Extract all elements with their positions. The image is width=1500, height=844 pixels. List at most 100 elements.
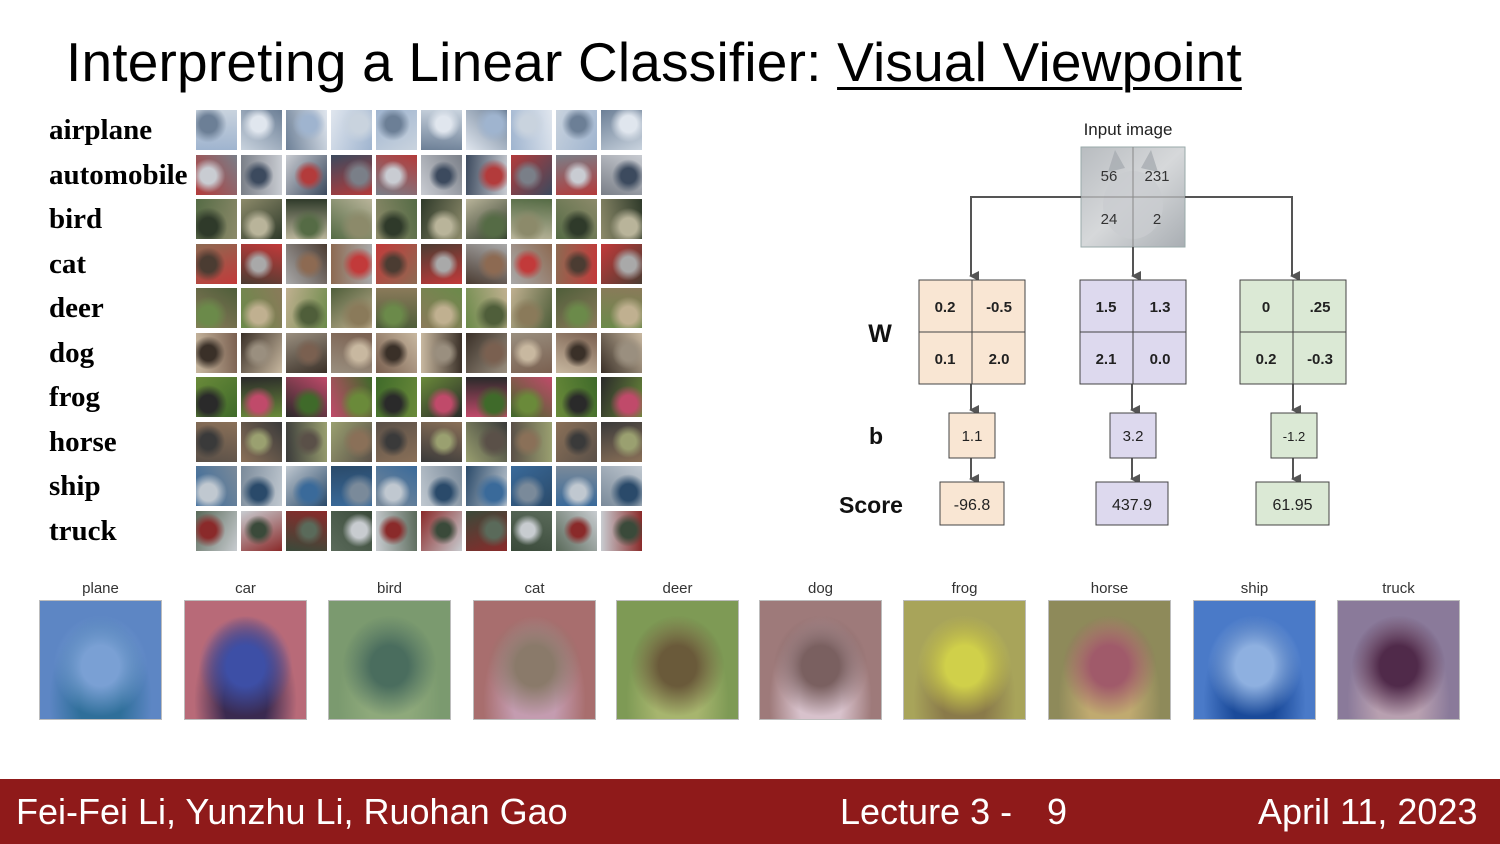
- class-template: dog: [759, 578, 882, 720]
- score-value: 437.9: [1112, 497, 1152, 514]
- score-value: -96.8: [954, 497, 991, 514]
- class-label: truck: [49, 514, 117, 547]
- weight-value: -0.5: [986, 299, 1012, 316]
- sample-thumbnail: [466, 510, 507, 551]
- sample-thumbnail: [286, 332, 327, 373]
- sample-thumbnail: [601, 332, 642, 373]
- sample-thumbnail: [376, 110, 417, 150]
- sample-thumbnail: [421, 466, 462, 506]
- class-label: frog: [49, 381, 101, 413]
- score-box: [1095, 481, 1169, 526]
- sample-thumbnail: [286, 510, 327, 551]
- sample-thumbnail: [556, 199, 597, 239]
- template-label: deer: [662, 580, 693, 597]
- weight-value: 0.2: [1256, 351, 1277, 368]
- class-template: horse: [1048, 578, 1171, 720]
- template-label: dog: [807, 580, 834, 597]
- sample-thumbnail: [511, 288, 552, 328]
- pixel-value: 2: [1153, 211, 1161, 228]
- sample-thumbnail: [466, 288, 507, 328]
- sample-thumbnail: [511, 421, 552, 462]
- title-underlined: Visual Viewpoint: [837, 31, 1242, 93]
- sample-thumbnail: [511, 154, 552, 195]
- class-template: truck: [1337, 578, 1460, 720]
- sample-thumbnail: [196, 199, 237, 239]
- sample-thumbnail: [511, 377, 552, 417]
- sample-thumbnail: [196, 110, 237, 150]
- sample-thumbnail: [196, 377, 237, 417]
- template-label: bird: [376, 580, 402, 597]
- class-label: cat: [49, 247, 87, 280]
- sample-thumbnail: [241, 154, 282, 195]
- sample-thumbnail: [376, 154, 417, 195]
- class-label: dog: [49, 336, 95, 369]
- sample-thumbnail: [196, 243, 237, 284]
- input-image-label: Input image: [1084, 120, 1173, 139]
- sample-thumbnail: [466, 243, 507, 284]
- sample-thumbnail: [511, 243, 552, 284]
- bias-box: [948, 412, 996, 459]
- weight-matrix: [1079, 279, 1187, 385]
- weight-matrix: [1239, 279, 1347, 385]
- score-label: Score: [839, 492, 903, 518]
- pixel-value: 24: [1101, 211, 1118, 228]
- sample-thumbnail: [421, 199, 462, 239]
- bias-box: [1270, 412, 1318, 459]
- class-columns: 0.2 -0.5 0.1 2.0 1.1 -96.8 1.5 1.3 2.1 0.0 3.2 437.…: [918, 279, 1347, 526]
- sample-thumbnail: [286, 199, 327, 239]
- score-value: 61.95: [1272, 497, 1312, 514]
- sample-thumbnail: [601, 110, 642, 150]
- sample-thumbnail: [601, 154, 642, 195]
- w-label: W: [868, 320, 892, 348]
- template-label: truck: [1382, 580, 1415, 597]
- weight-value: 0.1: [935, 351, 956, 368]
- sample-thumbnail: [286, 154, 327, 195]
- sample-thumbnail: [331, 110, 372, 150]
- sample-thumbnail: [601, 421, 642, 462]
- sample-thumbnail: [331, 332, 372, 373]
- weight-value: 1.3: [1150, 299, 1171, 316]
- sample-thumbnail: [421, 154, 462, 195]
- sample-thumbnail: [421, 377, 462, 417]
- template-label: ship: [1240, 580, 1269, 597]
- class-template: cat: [473, 578, 596, 720]
- sample-thumbnail: [421, 421, 462, 462]
- sample-thumbnail: [376, 421, 417, 462]
- connector-lines: [969, 196, 1301, 484]
- pixel-value: 56: [1101, 168, 1118, 185]
- bias-value: 3.2: [1123, 428, 1144, 445]
- sample-thumbnail: [241, 421, 282, 462]
- sample-thumbnail: [196, 154, 237, 195]
- weight-matrix: [918, 279, 1026, 385]
- bias-value: 1.1: [962, 428, 983, 445]
- sample-thumbnail: [241, 466, 282, 506]
- template-image: [616, 600, 739, 720]
- weight-value: 0: [1262, 299, 1270, 316]
- sample-thumbnail: [466, 199, 507, 239]
- template-label: frog: [951, 580, 978, 597]
- sample-thumbnail: [286, 243, 327, 284]
- weight-value: .25: [1310, 299, 1331, 316]
- sample-thumbnail: [286, 288, 327, 328]
- class-template: deer: [616, 578, 739, 720]
- cifar-sample-grid: [196, 110, 642, 551]
- class-column: 0 .25 0.2 -0.3 -1.2 61.95: [1239, 279, 1347, 526]
- class-label: airplane: [49, 114, 153, 146]
- sample-thumbnail: [331, 377, 372, 417]
- sample-thumbnail: [196, 466, 237, 506]
- sample-thumbnail: [466, 332, 507, 373]
- sample-thumbnail: [241, 243, 282, 284]
- sample-thumbnail: [331, 510, 372, 551]
- footer-page-number: 9: [1047, 791, 1068, 832]
- class-column: 0.2 -0.5 0.1 2.0 1.1 -96.8: [918, 279, 1026, 526]
- title-plain: Interpreting a Linear Classifier:: [66, 31, 838, 93]
- footer-bar: Fei-Fei Li, Yunzhu Li, Ruohan Gao Lectur…: [0, 779, 1500, 844]
- class-label: automobile: [49, 158, 188, 191]
- weight-value: -0.3: [1307, 351, 1333, 368]
- class-label: horse: [49, 425, 117, 458]
- sample-thumbnail: [241, 199, 282, 239]
- score-box: [1255, 481, 1330, 526]
- sample-thumbnail: [421, 110, 462, 150]
- sample-thumbnail: [421, 288, 462, 328]
- learned-templates-row: plane car bird cat deer dog frog horse ship truck: [0, 578, 1500, 728]
